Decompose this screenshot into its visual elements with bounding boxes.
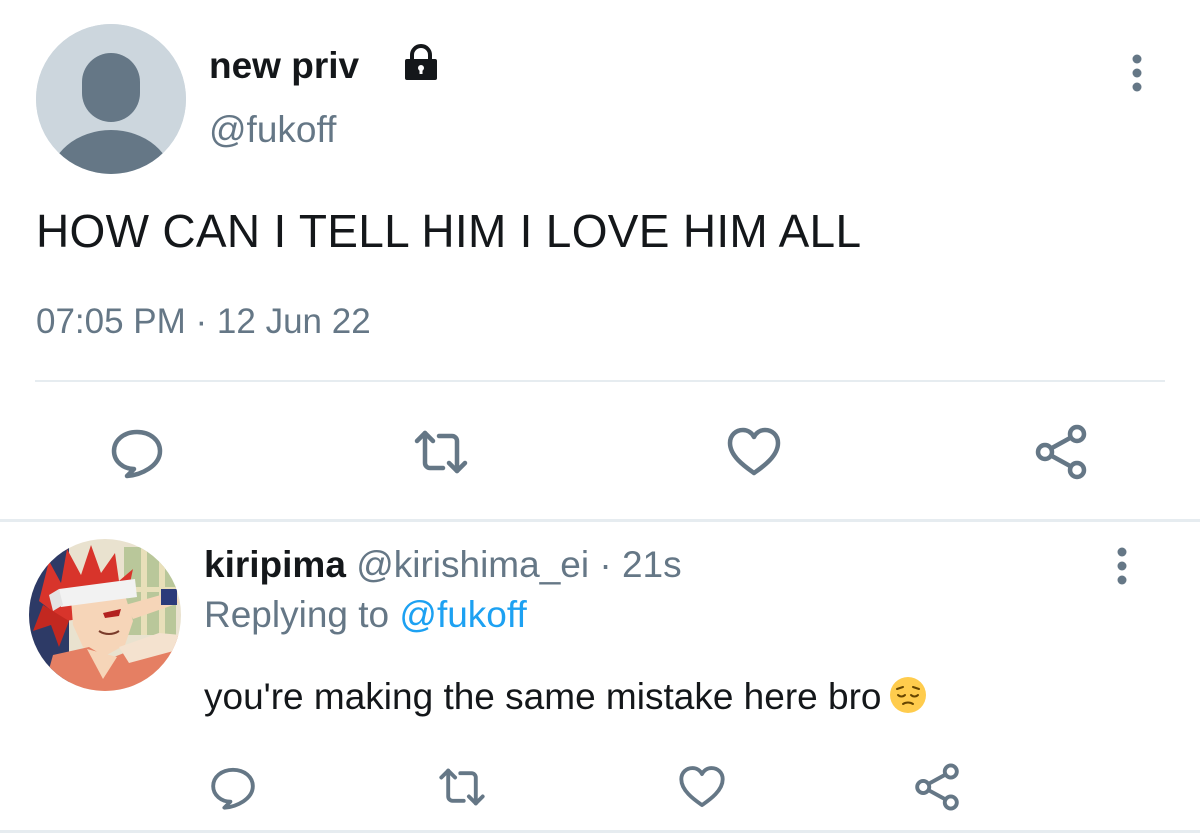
replying-to-line: Replying to @fukoff — [204, 593, 527, 637]
reply-author-handle[interactable]: @kirishima_ei — [356, 544, 589, 585]
more-vertical-icon[interactable] — [1107, 546, 1137, 586]
share-icon[interactable] — [912, 762, 962, 812]
replying-to-link[interactable]: @fukoff — [399, 594, 526, 635]
heart-icon[interactable] — [677, 762, 727, 812]
tweet-text: HOW CAN I TELL HIM I LOVE HIM ALL — [36, 205, 862, 257]
author-avatar[interactable] — [36, 24, 186, 174]
section-separator — [0, 519, 1200, 522]
share-icon[interactable] — [1032, 423, 1090, 481]
retweet-icon[interactable] — [412, 423, 470, 481]
more-vertical-icon[interactable] — [1122, 53, 1152, 93]
reply-text-line: you're making the same mistake here bro — [204, 674, 928, 720]
reply-header: kiripima @kirishima_ei · 21s — [204, 543, 682, 587]
reply-time[interactable]: 21s — [622, 544, 682, 585]
dot-separator: · — [599, 544, 612, 585]
heart-icon[interactable] — [725, 423, 783, 481]
comment-bubble-icon[interactable] — [108, 423, 166, 481]
bottom-divider — [0, 830, 1200, 833]
replying-prefix: Replying to — [204, 594, 390, 635]
reply-author-avatar[interactable] — [29, 539, 181, 691]
lock-icon — [402, 43, 440, 81]
author-handle[interactable]: @fukoff — [209, 108, 336, 152]
divider — [35, 380, 1165, 382]
comment-bubble-icon[interactable] — [208, 762, 258, 812]
reply-text: you're making the same mistake here bro — [204, 676, 882, 717]
pensive-face-emoji — [888, 675, 928, 715]
anime-avatar-image — [29, 539, 181, 691]
retweet-icon[interactable] — [437, 762, 487, 812]
tweet-timestamp[interactable]: 07:05 PM · 12 Jun 22 — [36, 300, 371, 344]
author-name[interactable]: new priv — [209, 44, 359, 88]
reply-author-name[interactable]: kiripima — [204, 544, 346, 585]
default-avatar-icon — [36, 24, 186, 174]
